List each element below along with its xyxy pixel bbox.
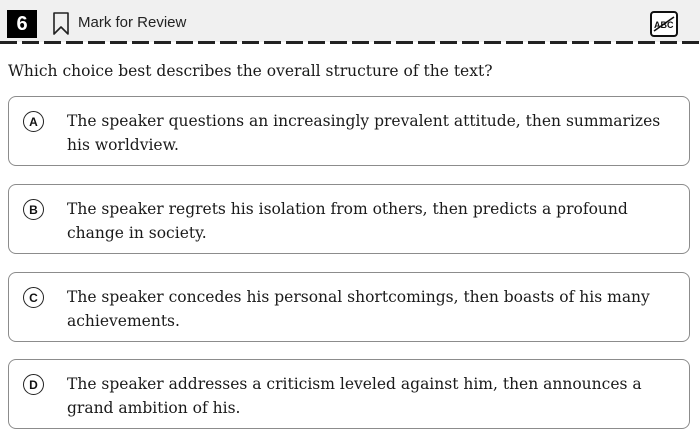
choice-letter-c: C [23, 287, 44, 308]
answer-choice-c[interactable]: C The speaker concedes his personal shor… [8, 272, 690, 342]
question-text: Which choice best describes the overall … [8, 62, 493, 80]
answer-choice-b[interactable]: B The speaker regrets his isolation from… [8, 184, 690, 254]
header-divider [0, 41, 700, 44]
mark-for-review-label[interactable]: Mark for Review [78, 14, 186, 31]
answer-choice-d[interactable]: D The speaker addresses a criticism leve… [8, 359, 690, 429]
choice-letter-b: B [23, 199, 44, 220]
choice-text-c: The speaker concedes his personal shortc… [67, 288, 650, 330]
choice-text-b: The speaker regrets his isolation from o… [67, 200, 628, 242]
choice-text-d: The speaker addresses a criticism levele… [67, 375, 642, 417]
bookmark-icon[interactable] [52, 12, 70, 36]
abc-strikethrough-button[interactable]: ABC [650, 11, 678, 37]
abc-strikethrough-icon: ABC [653, 16, 675, 32]
answer-choice-a[interactable]: A The speaker questions an increasingly … [8, 96, 690, 166]
choice-letter-d: D [23, 374, 44, 395]
choice-text-a: The speaker questions an increasingly pr… [67, 112, 661, 154]
question-number: 6 [7, 10, 37, 38]
question-header: 6 Mark for Review ABC [0, 0, 700, 42]
choice-letter-a: A [23, 111, 44, 132]
